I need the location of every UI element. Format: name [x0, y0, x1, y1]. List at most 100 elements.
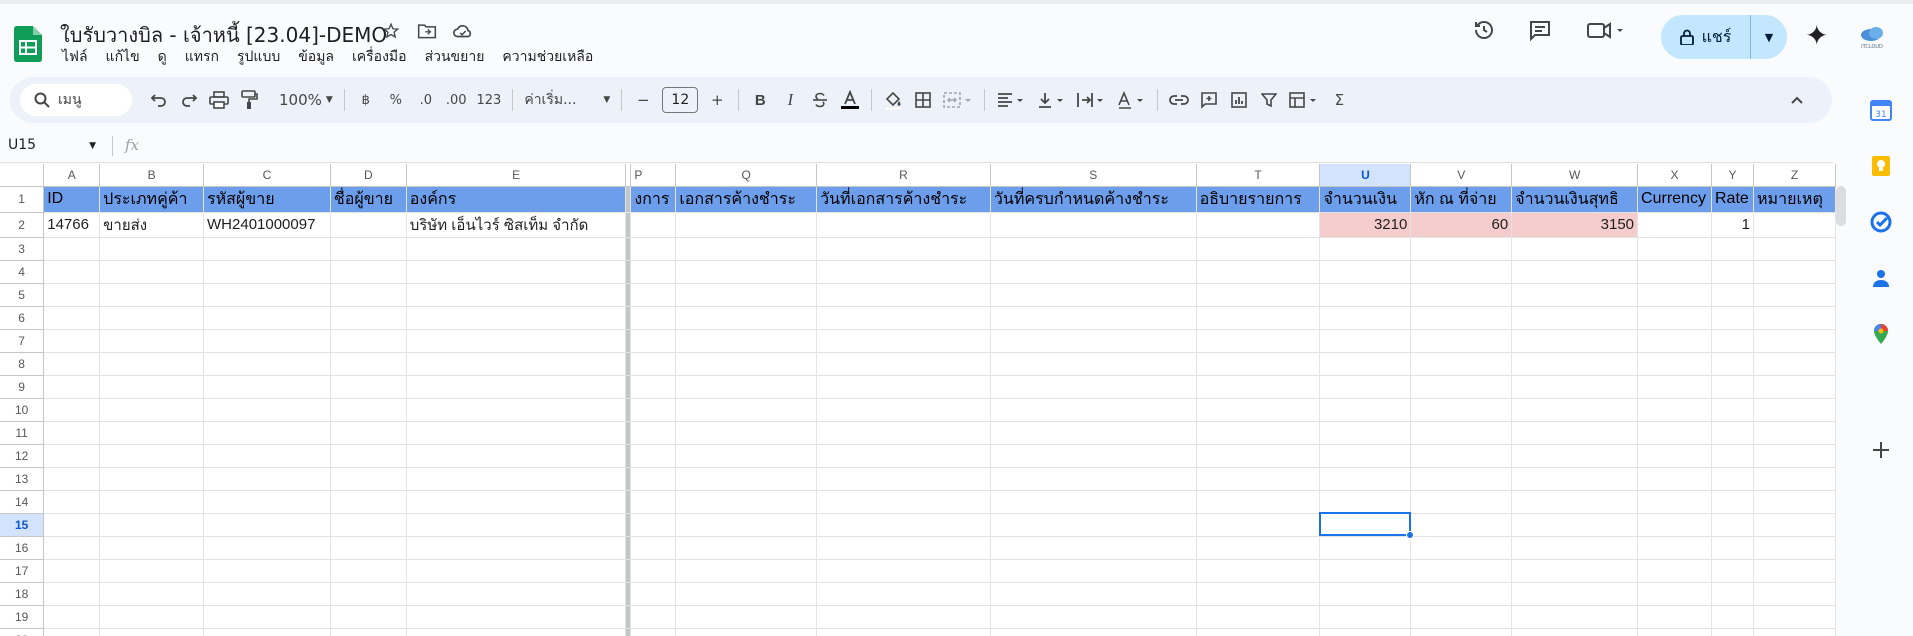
cell[interactable]: [1319, 421, 1412, 445]
cell[interactable]: [816, 260, 991, 284]
share-dropdown-icon[interactable]: ▼: [1751, 31, 1787, 44]
cell[interactable]: 14766: [43, 212, 101, 238]
merge-cells-icon[interactable]: [938, 85, 978, 115]
cell[interactable]: [203, 605, 331, 629]
cell[interactable]: [630, 559, 677, 583]
version-history-icon[interactable]: [1470, 16, 1498, 44]
cloud-status-icon[interactable]: [452, 20, 474, 42]
cell[interactable]: [203, 444, 331, 468]
cell[interactable]: [99, 306, 205, 330]
cell[interactable]: [203, 536, 331, 560]
column-header[interactable]: T: [1196, 164, 1321, 187]
cell[interactable]: [330, 260, 407, 284]
name-box[interactable]: U15 ▼: [0, 130, 112, 160]
cell[interactable]: [330, 421, 407, 445]
row-header[interactable]: 12: [0, 444, 45, 468]
cell[interactable]: [1410, 490, 1513, 514]
cell[interactable]: [330, 490, 407, 514]
cell[interactable]: [675, 260, 818, 284]
cell[interactable]: [43, 237, 101, 261]
row-header[interactable]: 13: [0, 467, 45, 491]
cell[interactable]: [1196, 212, 1321, 238]
cell[interactable]: รหัสผู้ขาย: [203, 186, 331, 213]
row-header[interactable]: 10: [0, 398, 45, 422]
cell[interactable]: [330, 237, 407, 261]
cell[interactable]: [990, 260, 1197, 284]
cell[interactable]: [406, 398, 627, 422]
cell[interactable]: [1319, 375, 1412, 399]
calendar-icon[interactable]: 31: [1869, 98, 1893, 122]
row-header[interactable]: 6: [0, 306, 45, 330]
cell[interactable]: องค์กร: [406, 186, 627, 213]
font-size-input[interactable]: 12: [662, 87, 699, 113]
cell[interactable]: [816, 467, 991, 491]
cell[interactable]: [1511, 283, 1639, 307]
cell[interactable]: [1511, 513, 1639, 537]
cell[interactable]: [675, 467, 818, 491]
cell[interactable]: [1637, 582, 1712, 606]
cell[interactable]: [630, 605, 677, 629]
cell[interactable]: [43, 536, 101, 560]
cell[interactable]: [43, 375, 101, 399]
cell[interactable]: [43, 467, 101, 491]
cell[interactable]: เอกสารค้างชำระ: [675, 186, 818, 213]
cell[interactable]: [1637, 352, 1712, 376]
cell[interactable]: [675, 536, 818, 560]
cell[interactable]: [1319, 444, 1412, 468]
currency-format-button[interactable]: ฿: [351, 85, 381, 115]
cell[interactable]: [1196, 375, 1321, 399]
keep-icon[interactable]: [1869, 154, 1893, 178]
cell[interactable]: [99, 375, 205, 399]
cell[interactable]: [816, 237, 991, 261]
cell[interactable]: [1511, 421, 1639, 445]
cell[interactable]: [1196, 536, 1321, 560]
row-header[interactable]: 8: [0, 352, 45, 376]
column-header[interactable]: D: [330, 164, 407, 187]
row-header[interactable]: 3: [0, 237, 45, 261]
cell[interactable]: [630, 421, 677, 445]
row-header[interactable]: 2: [0, 212, 45, 238]
cell[interactable]: [675, 398, 818, 422]
cell[interactable]: [1196, 352, 1321, 376]
cell[interactable]: Rate: [1711, 186, 1754, 213]
cell[interactable]: [330, 398, 407, 422]
font-family-select[interactable]: ค่าเริ่ม... ▼: [519, 85, 615, 115]
cell[interactable]: [1196, 260, 1321, 284]
row-header[interactable]: 17: [0, 559, 45, 583]
share-button[interactable]: แชร์ ▼: [1661, 15, 1787, 59]
insert-comment-icon[interactable]: [1194, 85, 1224, 115]
filter-views-icon[interactable]: [1284, 85, 1324, 115]
cell[interactable]: [1637, 513, 1712, 537]
cell[interactable]: [330, 536, 407, 560]
vertical-align-icon[interactable]: [1031, 85, 1071, 115]
cell[interactable]: [99, 260, 205, 284]
horizontal-align-icon[interactable]: [991, 85, 1031, 115]
cell[interactable]: [630, 283, 677, 307]
paint-format-icon[interactable]: [234, 85, 264, 115]
cell[interactable]: [816, 559, 991, 583]
select-all-corner[interactable]: [0, 164, 45, 187]
cell[interactable]: [1753, 490, 1836, 514]
cell[interactable]: [1753, 605, 1836, 629]
cell[interactable]: [1637, 605, 1712, 629]
cell[interactable]: [816, 375, 991, 399]
cell[interactable]: ชื่อผู้ขาย: [330, 186, 407, 213]
cell[interactable]: [99, 513, 205, 537]
cell[interactable]: [1410, 306, 1513, 330]
cell[interactable]: [406, 490, 627, 514]
cell[interactable]: [630, 329, 677, 353]
row-header[interactable]: 9: [0, 375, 45, 399]
cell[interactable]: [406, 536, 627, 560]
cell[interactable]: [99, 444, 205, 468]
row-header[interactable]: 1: [0, 186, 45, 213]
cell[interactable]: [816, 421, 991, 445]
cell[interactable]: [1511, 605, 1639, 629]
cell[interactable]: [630, 536, 677, 560]
number-format-button[interactable]: 123: [472, 85, 507, 115]
cell[interactable]: [816, 212, 991, 238]
star-icon[interactable]: [380, 20, 402, 42]
cell[interactable]: 1: [1711, 212, 1754, 238]
cell[interactable]: [675, 283, 818, 307]
cell[interactable]: [1196, 467, 1321, 491]
cell[interactable]: [990, 559, 1197, 583]
